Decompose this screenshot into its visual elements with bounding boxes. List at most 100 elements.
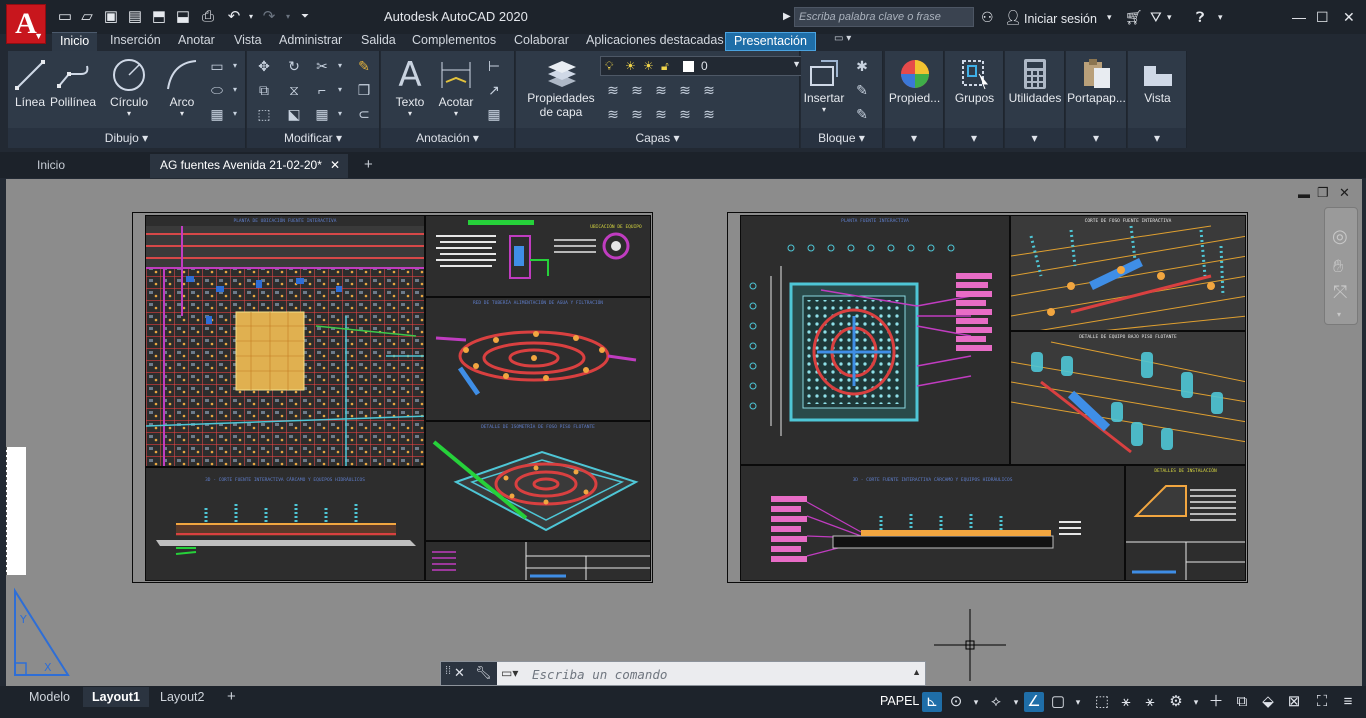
search-input[interactable]: Escriba palabra clave o frase bbox=[794, 7, 974, 27]
fillet-icon[interactable]: ⌐ bbox=[313, 81, 331, 99]
help-icon[interactable]: ❓︎ bbox=[1196, 8, 1204, 26]
command-input[interactable]: Escriba un comando bbox=[532, 667, 667, 682]
tab-insercion[interactable]: Inserción bbox=[102, 32, 169, 51]
add-layout-icon[interactable]: + bbox=[218, 687, 245, 707]
hatch-dropdown-icon[interactable]: ▾ bbox=[226, 81, 244, 99]
layer-on-all-icon[interactable]: ≋ bbox=[604, 105, 622, 123]
array-icon[interactable]: ▦ bbox=[313, 105, 331, 123]
redo-icon[interactable]: ↷ bbox=[260, 8, 278, 26]
file-tab-start[interactable]: Inicio bbox=[27, 154, 75, 178]
tab-colaborar[interactable]: Colaborar bbox=[506, 32, 577, 51]
object-snap-dropdown-icon[interactable]: ▾ bbox=[1068, 692, 1088, 712]
circle-dropdown-icon[interactable]: ▾ bbox=[106, 109, 152, 118]
panel-title-capas[interactable]: Capas ▾ bbox=[516, 128, 799, 148]
panel-title-bloque[interactable]: Bloque ▾ bbox=[801, 128, 882, 148]
viewport-section[interactable]: 3D - CORTE FUENTE INTERACTIVA CÁRCAMO Y … bbox=[145, 467, 425, 581]
viewport-installation-details[interactable]: DETALLES DE INSTALACIÓN bbox=[1125, 465, 1246, 581]
auto-scale-icon[interactable]: ⚹ bbox=[1140, 692, 1160, 712]
close-tab-icon[interactable]: ✕ bbox=[330, 154, 340, 176]
pan-hand-icon[interactable]: ✋︎ bbox=[1333, 256, 1343, 277]
binoculars-icon[interactable]: ⚇ bbox=[981, 8, 994, 26]
viewport-site-plan[interactable]: PLANTA DE UBICACIÓN FUENTE INTERACTIVA bbox=[145, 215, 425, 467]
mirror-icon[interactable]: ⧖ bbox=[285, 81, 303, 99]
tab-salida[interactable]: Salida bbox=[353, 32, 404, 51]
tab-modelo[interactable]: Modelo bbox=[20, 687, 79, 707]
customize-menu-icon[interactable]: ≡ bbox=[1338, 692, 1358, 712]
trim-icon[interactable]: ✂ bbox=[313, 57, 331, 75]
layer-freeze-tool-icon[interactable]: ≋ bbox=[652, 81, 670, 99]
rectangle-dropdown-icon[interactable]: ▾ bbox=[226, 57, 244, 75]
redo-dropdown-icon[interactable]: ▾ bbox=[279, 8, 297, 26]
tab-layout1[interactable]: Layout1 bbox=[83, 687, 149, 707]
workspace-dropdown-icon[interactable]: ▾ bbox=[1186, 692, 1206, 712]
leader-icon[interactable]: ↗ bbox=[485, 81, 503, 99]
insert-block-button[interactable]: Insertar ▾ bbox=[801, 57, 847, 114]
layer-lock-tool-icon[interactable]: ≋ bbox=[676, 81, 694, 99]
chevron-right-icon[interactable]: ▶ bbox=[783, 8, 791, 26]
view-button[interactable]: Vista bbox=[1128, 57, 1187, 105]
paper-model-toggle[interactable]: PAPEL bbox=[880, 694, 919, 708]
maximize-window-icon[interactable]: ☐ bbox=[1316, 8, 1329, 26]
panel-title-dibujo[interactable]: Dibujo ▾ bbox=[8, 128, 245, 148]
hatch-icon[interactable]: ⬭ bbox=[208, 81, 226, 99]
isometric-drafting-icon[interactable]: ⊙ bbox=[946, 692, 966, 712]
tab-layout2[interactable]: Layout2 bbox=[151, 687, 213, 707]
layer-unlock-icon[interactable]: ≋ bbox=[676, 105, 694, 123]
tab-complementos[interactable]: Complementos bbox=[404, 32, 504, 51]
insert-dropdown-icon[interactable]: ▾ bbox=[801, 105, 847, 114]
isolate-objects-icon[interactable]: ⧉ bbox=[1232, 692, 1252, 712]
dimension-button[interactable]: Acotar ▾ bbox=[433, 55, 479, 118]
viewport-section-right[interactable]: 3D - CORTE FUENTE INTERACTIVA CÁRCAMO Y … bbox=[740, 465, 1125, 581]
annotation-monitor-icon[interactable]: ＋ bbox=[1206, 692, 1226, 712]
text-dropdown-icon[interactable]: ▾ bbox=[385, 109, 435, 118]
panel-title-propiedades[interactable]: ▾ bbox=[885, 128, 943, 148]
panel-title-modificar[interactable]: Modificar ▾ bbox=[247, 128, 379, 148]
clean-screen-icon[interactable]: ⊠ bbox=[1284, 692, 1304, 712]
open-icon[interactable]: ▱ bbox=[78, 8, 96, 26]
autodesk-a360-icon[interactable]: ⛛ bbox=[1150, 8, 1162, 26]
panel-title-grupos[interactable]: ▾ bbox=[945, 128, 1003, 148]
tab-inicio[interactable]: Inicio bbox=[52, 32, 98, 51]
viewport-equipment[interactable]: UBICACIÓN DE EQUIPO bbox=[425, 215, 651, 297]
viewport-close-icon[interactable]: ✕ bbox=[1339, 185, 1350, 201]
utilities-button[interactable]: Utilidades bbox=[1005, 57, 1065, 105]
clipboard-button[interactable]: Portapap... bbox=[1066, 57, 1127, 105]
edit-block-icon[interactable]: ✎ bbox=[853, 81, 871, 99]
offset-icon[interactable]: ⊂ bbox=[355, 105, 373, 123]
line-button[interactable]: Línea bbox=[12, 55, 48, 109]
web-mobile-open-icon[interactable]: ⬒ bbox=[150, 8, 168, 26]
new-tab-icon[interactable]: + bbox=[354, 154, 383, 178]
rotate-icon[interactable]: ↻ bbox=[285, 57, 303, 75]
panel-title-anotacion[interactable]: Anotación ▾ bbox=[381, 128, 514, 148]
stretch-icon[interactable]: ⬚ bbox=[255, 105, 273, 123]
rectangle-icon[interactable]: ▭ bbox=[208, 57, 226, 75]
layer-make-current-icon[interactable]: ≋ bbox=[700, 81, 718, 99]
drawing-area[interactable]: PLANTA DE UBICACIÓN FUENTE INTERACTIVA U… bbox=[6, 179, 1362, 686]
array-dropdown-icon[interactable]: ▾ bbox=[331, 105, 349, 123]
erase-icon[interactable]: ✎ bbox=[355, 57, 373, 75]
tab-vista[interactable]: Vista bbox=[226, 32, 270, 51]
new-icon[interactable]: ▭ bbox=[56, 8, 74, 26]
recent-commands-icon[interactable]: ▭▾ bbox=[501, 666, 518, 680]
tab-anotar[interactable]: Anotar bbox=[170, 32, 223, 51]
close-command-line-icon[interactable]: ✕ bbox=[454, 665, 465, 681]
layer-thaw-all-icon[interactable]: ≋ bbox=[652, 105, 670, 123]
undo-icon[interactable]: ↶ bbox=[225, 8, 243, 26]
customize-wrench-icon[interactable]: 🔧︎ bbox=[475, 665, 492, 681]
customize-quick-access-icon[interactable]: ⏷ bbox=[296, 8, 314, 26]
copy-icon[interactable]: ⧉ bbox=[255, 81, 273, 99]
viewport-scale-icon[interactable]: ⬚ bbox=[1092, 692, 1112, 712]
polar-tracking-icon[interactable]: ∠ bbox=[1024, 692, 1044, 712]
create-block-icon[interactable]: ✱ bbox=[853, 57, 871, 75]
panel-title-utilidades[interactable]: ▾ bbox=[1005, 128, 1064, 148]
viewport-equipment-detail[interactable]: DETALLE DE EQUIPO BAJO PISO FLOTANTE bbox=[1010, 331, 1246, 465]
sign-in-dropdown-icon[interactable]: ▾ bbox=[1107, 8, 1112, 26]
save-icon[interactable]: ▣ bbox=[102, 8, 120, 26]
text-button[interactable]: A Texto ▾ bbox=[385, 55, 435, 118]
steering-wheel-icon[interactable]: ◎ bbox=[1332, 226, 1348, 247]
layer-off-icon[interactable]: ≋ bbox=[604, 81, 622, 99]
osnap-tracking-dropdown-icon[interactable]: ▾ bbox=[1006, 692, 1026, 712]
workspace-gear-icon[interactable]: ⚙ bbox=[1166, 692, 1186, 712]
ribbon-toggle-icon[interactable]: ▭ ▾ bbox=[826, 32, 859, 51]
close-window-icon[interactable]: ✕ bbox=[1343, 8, 1355, 26]
